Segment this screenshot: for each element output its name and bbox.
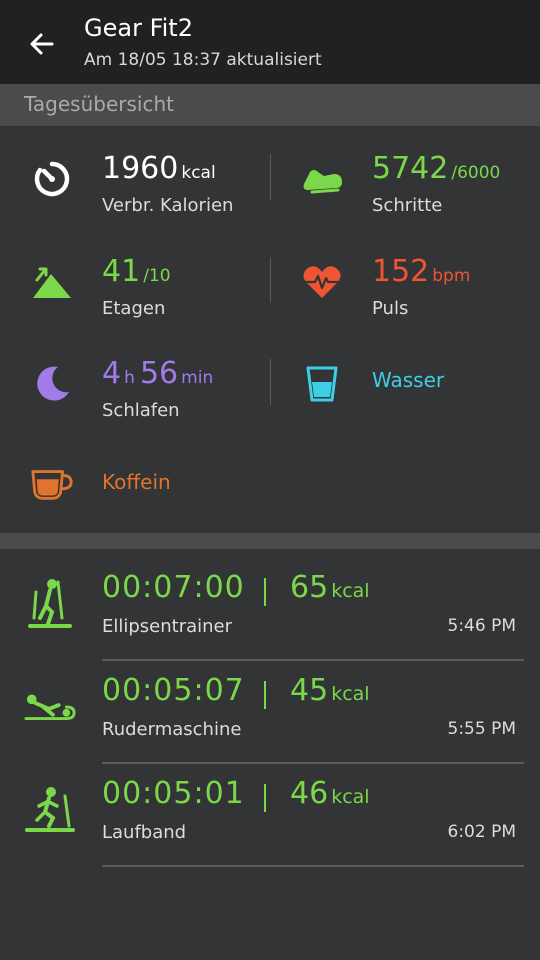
calories-unit: kcal: [181, 163, 216, 183]
water-label: Wasser: [372, 368, 445, 392]
workout-duration: 00:05:01: [102, 776, 245, 811]
coffee-label: Koffein: [102, 470, 171, 494]
floors-value: 41/10: [102, 254, 171, 289]
sleep-value: 4h 56 min: [102, 356, 213, 391]
workout-row[interactable]: 00:05:01 46 kcal Laufband 6:02 PM: [0, 764, 540, 867]
coffee-tile[interactable]: Koffein: [30, 462, 270, 542]
pulse-tile[interactable]: 152 bpm Puls: [300, 254, 530, 340]
kcal-value: 46: [290, 776, 329, 811]
app-bar: Gear Fit2 Am 18/05 18:37 aktualisiert: [0, 0, 540, 84]
steps-label: Schritte: [372, 195, 443, 216]
floors-label: Etagen: [102, 298, 166, 319]
sleep-label: Schlafen: [102, 400, 180, 421]
pulse-number: 152: [372, 254, 430, 289]
floors-number: 41: [102, 254, 141, 289]
kcal-unit: kcal: [331, 580, 370, 602]
cup-icon: [30, 462, 74, 506]
workout-row[interactable]: 00:07:00 65 kcal Ellipsentrainer 5:46 PM: [0, 558, 540, 661]
workout-time: 6:02 PM: [447, 822, 517, 842]
kcal-unit: kcal: [331, 786, 370, 808]
workout-kcal: 45 kcal: [290, 673, 370, 708]
divider: [264, 784, 266, 812]
workout-time: 5:55 PM: [447, 719, 517, 739]
steps-number: 5742: [372, 151, 449, 186]
workout-name: Ellipsentrainer: [102, 616, 233, 637]
steps-tile[interactable]: 5742/6000 Schritte: [300, 151, 530, 237]
shoe-icon: [300, 157, 344, 201]
workout-duration: 00:07:00: [102, 570, 245, 605]
app-title: Gear Fit2: [84, 14, 193, 42]
workout-name: Rudermaschine: [102, 719, 242, 740]
back-button[interactable]: [22, 24, 62, 64]
calories-label: Verbr. Kalorien: [102, 195, 234, 216]
workout-duration: 00:05:07: [102, 673, 245, 708]
section-header: Tagesübersicht: [0, 84, 540, 126]
moon-icon: [30, 362, 74, 406]
divider: [270, 359, 271, 405]
divider: [270, 154, 271, 200]
pulse-unit: bpm: [432, 266, 471, 286]
workout-kcal: 46 kcal: [290, 776, 370, 811]
steps-value: 5742/6000: [372, 151, 500, 186]
arrow-left-icon: [30, 33, 54, 55]
last-updated: Am 18/05 18:37 aktualisiert: [84, 50, 322, 70]
pulse-value: 152 bpm: [372, 254, 470, 289]
sleep-minutes: 56: [139, 356, 179, 391]
workout-row[interactable]: 00:05:07 45 kcal Rudermaschine 5:55 PM: [0, 661, 540, 764]
kcal-unit: kcal: [331, 683, 370, 705]
kcal-value: 65: [290, 570, 329, 605]
sleep-hours-unit: h: [124, 368, 135, 388]
calories-number: 1960: [102, 151, 179, 186]
elliptical-icon: [24, 578, 76, 630]
water-tile[interactable]: Wasser: [300, 362, 530, 442]
workout-time: 5:46 PM: [447, 616, 517, 636]
section-title: Tagesübersicht: [24, 92, 174, 116]
calories-tile[interactable]: 1960 kcal Verbr. Kalorien: [30, 151, 270, 237]
sleep-minutes-unit: min: [181, 368, 214, 388]
steps-goal: /6000: [451, 163, 501, 183]
floors-tile[interactable]: 41/10 Etagen: [30, 254, 270, 340]
workout-name: Laufband: [102, 822, 187, 843]
heart-icon: [300, 260, 344, 304]
kcal-value: 45: [290, 673, 329, 708]
section-separator: [0, 533, 540, 549]
glass-icon: [300, 362, 344, 406]
mountain-icon: [30, 260, 74, 304]
divider: [270, 257, 271, 303]
rowing-icon: [24, 681, 76, 733]
divider: [264, 681, 266, 709]
sleep-tile[interactable]: 4h 56 min Schlafen: [30, 356, 270, 442]
calories-value: 1960 kcal: [102, 151, 216, 186]
divider: [264, 578, 266, 606]
floors-goal: /10: [143, 266, 171, 286]
timer-icon: [30, 157, 74, 201]
sleep-hours: 4: [102, 356, 122, 391]
pulse-label: Puls: [372, 298, 409, 319]
workout-kcal: 65 kcal: [290, 570, 370, 605]
treadmill-icon: [24, 784, 76, 836]
divider: [102, 865, 524, 867]
